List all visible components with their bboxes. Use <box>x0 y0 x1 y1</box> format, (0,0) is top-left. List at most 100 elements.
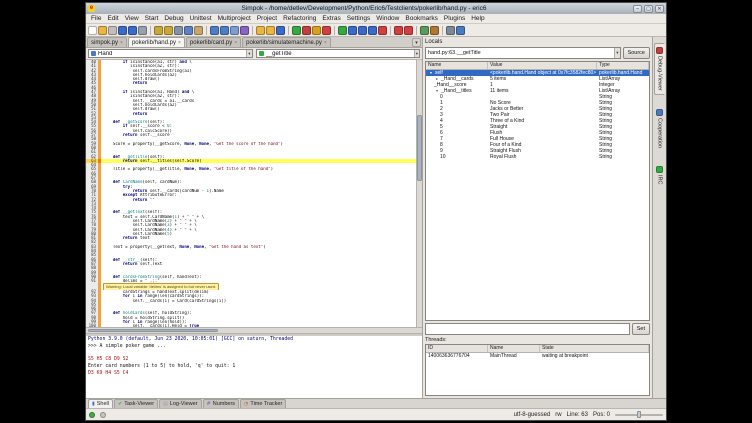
variable-row[interactable]: 10Royal FlushString <box>426 154 649 160</box>
edit-breakpoints-icon[interactable] <box>404 26 413 35</box>
continue-icon[interactable] <box>338 26 347 35</box>
tab-close-icon[interactable]: × <box>120 40 123 46</box>
menu-bookmarks[interactable]: Bookmarks <box>402 15 441 22</box>
variables-column-header[interactable]: Type <box>597 62 649 69</box>
menu-edit[interactable]: Edit <box>104 15 121 22</box>
tab-list-button[interactable]: ▾ <box>412 38 421 47</box>
variables-table[interactable]: NameValueType▾self<pokerlib.hand.Hand ob… <box>425 61 650 321</box>
new-project-icon[interactable] <box>256 26 265 35</box>
bottom-tab-shell[interactable]: ▮Shell <box>88 399 113 408</box>
bottom-tab-task-viewer[interactable]: ✔Task-Viewer <box>114 399 158 408</box>
menu-start[interactable]: Start <box>142 15 162 22</box>
zoom-slider[interactable] <box>615 411 663 418</box>
editor-tab[interactable]: pokerlib/simulatemachine.py× <box>242 37 331 47</box>
code-editor[interactable]: 40 if isinstance(a1, str) and \41 isinst… <box>86 60 422 327</box>
goto-line-icon[interactable] <box>240 26 249 35</box>
status-bar: utf-8-guessed rw Line: 63 Pos: 0 <box>86 408 666 420</box>
debug-script-icon[interactable] <box>302 26 311 35</box>
threads-column-header[interactable]: State <box>540 345 649 352</box>
open-project-icon[interactable] <box>266 26 275 35</box>
close-file-icon[interactable] <box>108 26 117 35</box>
menu-project[interactable]: Project <box>254 15 280 22</box>
save-icon[interactable] <box>118 26 127 35</box>
menu-window[interactable]: Window <box>373 15 402 22</box>
preferences-icon[interactable] <box>446 26 455 35</box>
minimize-button[interactable]: – <box>633 5 642 13</box>
cut-icon[interactable] <box>174 26 183 35</box>
member-navigator-combo[interactable]: __getTitle ▾ <box>256 49 421 58</box>
help-icon[interactable] <box>456 26 465 35</box>
set-filter-button[interactable]: Set <box>632 323 650 335</box>
threads-column-header[interactable]: Name <box>488 345 540 352</box>
bottom-tab-log-viewer[interactable]: ▤Log-Viewer <box>159 399 201 408</box>
editor-hscrollbar-thumb[interactable] <box>88 329 218 332</box>
menu-file[interactable]: File <box>88 15 104 22</box>
tab-close-icon[interactable]: × <box>234 40 237 46</box>
thread-row[interactable]: 140063636776704MainThreadwaiting at brea… <box>426 353 649 359</box>
replace-icon[interactable] <box>230 26 239 35</box>
new-icon[interactable] <box>88 26 97 35</box>
step-out-icon[interactable] <box>368 26 377 35</box>
undo-icon[interactable] <box>154 26 163 35</box>
tab-close-icon[interactable]: × <box>324 40 327 46</box>
tab-close-icon[interactable]: × <box>178 40 181 46</box>
tree-expanded-icon[interactable]: ▾ <box>434 88 440 93</box>
side-tab-debug-viewer[interactable]: Debug-Viewer <box>654 43 665 95</box>
tree-collapsed-icon[interactable]: ▸ <box>434 76 440 81</box>
close-button[interactable]: ✕ <box>655 5 664 13</box>
menu-multiproject[interactable]: Multiproject <box>215 15 254 22</box>
variables-filter-input[interactable] <box>425 323 630 335</box>
editor-vscrollbar-thumb[interactable] <box>417 115 422 181</box>
bottom-tab-time-tracker[interactable]: ◔Time Tracker <box>240 399 286 408</box>
source-button[interactable]: Source <box>623 47 650 59</box>
title-bar[interactable]: e Simpok - /home/detlev/Development/Pyth… <box>86 3 666 14</box>
stack-frame-combo[interactable]: hand.py:63.__getTitle ▾ <box>425 47 621 59</box>
step-over-icon[interactable] <box>358 26 367 35</box>
unittest-icon[interactable] <box>420 26 429 35</box>
step-icon[interactable] <box>348 26 357 35</box>
side-tab-irc[interactable]: IRC <box>654 162 665 188</box>
editor-tab[interactable]: pokerlib/hand.py× <box>128 37 185 47</box>
stop-debug-icon[interactable] <box>378 26 387 35</box>
save-all-icon[interactable] <box>128 26 137 35</box>
run-script-icon[interactable] <box>292 26 301 35</box>
toggle-breakpoint-icon[interactable] <box>394 26 403 35</box>
editor-vscrollbar[interactable] <box>416 60 422 327</box>
threads-column-header[interactable]: ID <box>426 345 488 352</box>
open-icon[interactable] <box>98 26 107 35</box>
zoom-slider-thumb[interactable] <box>637 411 641 418</box>
menu-help[interactable]: Help <box>468 15 487 22</box>
variables-column-header[interactable]: Name <box>426 62 488 69</box>
editor-hscrollbar[interactable] <box>86 327 422 333</box>
editor-tab[interactable]: pokerlib/card.py× <box>186 37 241 47</box>
tree-expanded-icon[interactable]: ▾ <box>428 70 434 75</box>
bottom-tab-numbers[interactable]: #Numbers <box>203 399 240 408</box>
paste-icon[interactable] <box>194 26 203 35</box>
menu-unittest[interactable]: Unittest <box>187 15 215 22</box>
menu-plugins[interactable]: Plugins <box>441 15 468 22</box>
class-navigator-combo[interactable]: Hand ▾ <box>88 49 253 58</box>
save-project-icon[interactable] <box>276 26 285 35</box>
redo-icon[interactable] <box>164 26 173 35</box>
variables-column-header[interactable]: Value <box>488 62 597 69</box>
maximize-button[interactable]: ▢ <box>644 5 653 13</box>
chevron-down-icon: ▾ <box>614 48 619 58</box>
copy-icon[interactable] <box>184 26 193 35</box>
log-viewer-icon: ▤ <box>163 402 168 407</box>
side-tab-cooperation[interactable]: Cooperation <box>654 105 665 152</box>
editor-tab[interactable]: simpok.py× <box>87 37 127 47</box>
stop-script-icon[interactable] <box>322 26 331 35</box>
shell-panel[interactable]: Python 3.9.0 (default, Jun 23 2020, 10:0… <box>86 336 422 398</box>
source-navigator: Hand ▾ __getTitle ▾ <box>86 48 422 60</box>
menu-settings[interactable]: Settings <box>344 15 374 22</box>
threads-table[interactable]: IDNameState140063636776704MainThreadwait… <box>425 344 650 396</box>
menu-refactoring[interactable]: Refactoring <box>280 15 319 22</box>
search-icon[interactable] <box>210 26 219 35</box>
profile-icon[interactable] <box>430 26 439 35</box>
print-icon[interactable] <box>138 26 147 35</box>
menu-view[interactable]: View <box>122 15 142 22</box>
restart-icon[interactable] <box>312 26 321 35</box>
search-next-icon[interactable] <box>220 26 229 35</box>
menu-extras[interactable]: Extras <box>319 15 343 22</box>
menu-debug[interactable]: Debug <box>161 15 186 22</box>
